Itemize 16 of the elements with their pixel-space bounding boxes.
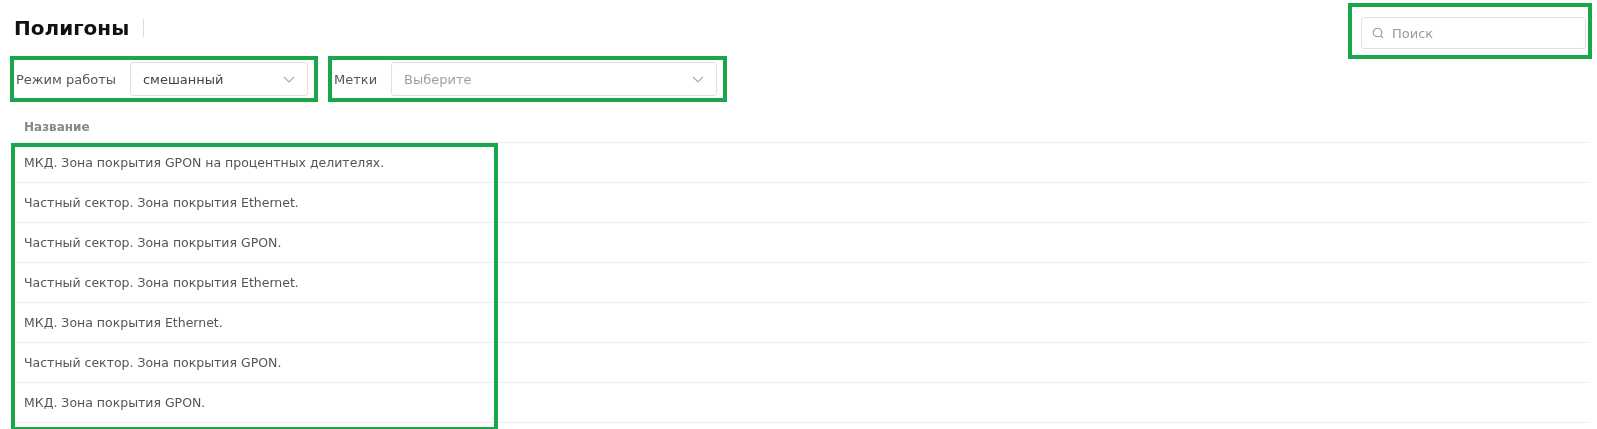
table-cell: Частный сектор. Зона покрытия GPON. xyxy=(24,355,282,370)
table-cell: МКД. Зона покрытия GPON. xyxy=(24,395,206,410)
table-cell: МКД. Зона покрытия Ethernet. xyxy=(24,315,223,330)
page-title: Полигоны xyxy=(14,16,130,40)
filter-select[interactable]: смешанный xyxy=(129,62,308,96)
chevron-down-icon xyxy=(283,75,295,83)
search-icon xyxy=(1372,27,1384,39)
table-cell: Частный сектор. Зона покрытия Ethernet. xyxy=(24,195,299,210)
column-header: Название xyxy=(24,120,90,134)
search-field[interactable]: Поиск xyxy=(1361,17,1586,49)
table-cell: Частный сектор. Зона покрытия Ethernet. xyxy=(24,275,299,290)
filter-label: Метки xyxy=(334,71,378,87)
table-cell: Частный сектор. Зона покрытия GPON. xyxy=(24,235,282,250)
table-cell: МКД. Зона покрытия GPON на процентных делителях. xyxy=(24,155,385,170)
filter-label: Режим работы xyxy=(16,71,116,87)
chevron-down-icon xyxy=(692,75,704,83)
